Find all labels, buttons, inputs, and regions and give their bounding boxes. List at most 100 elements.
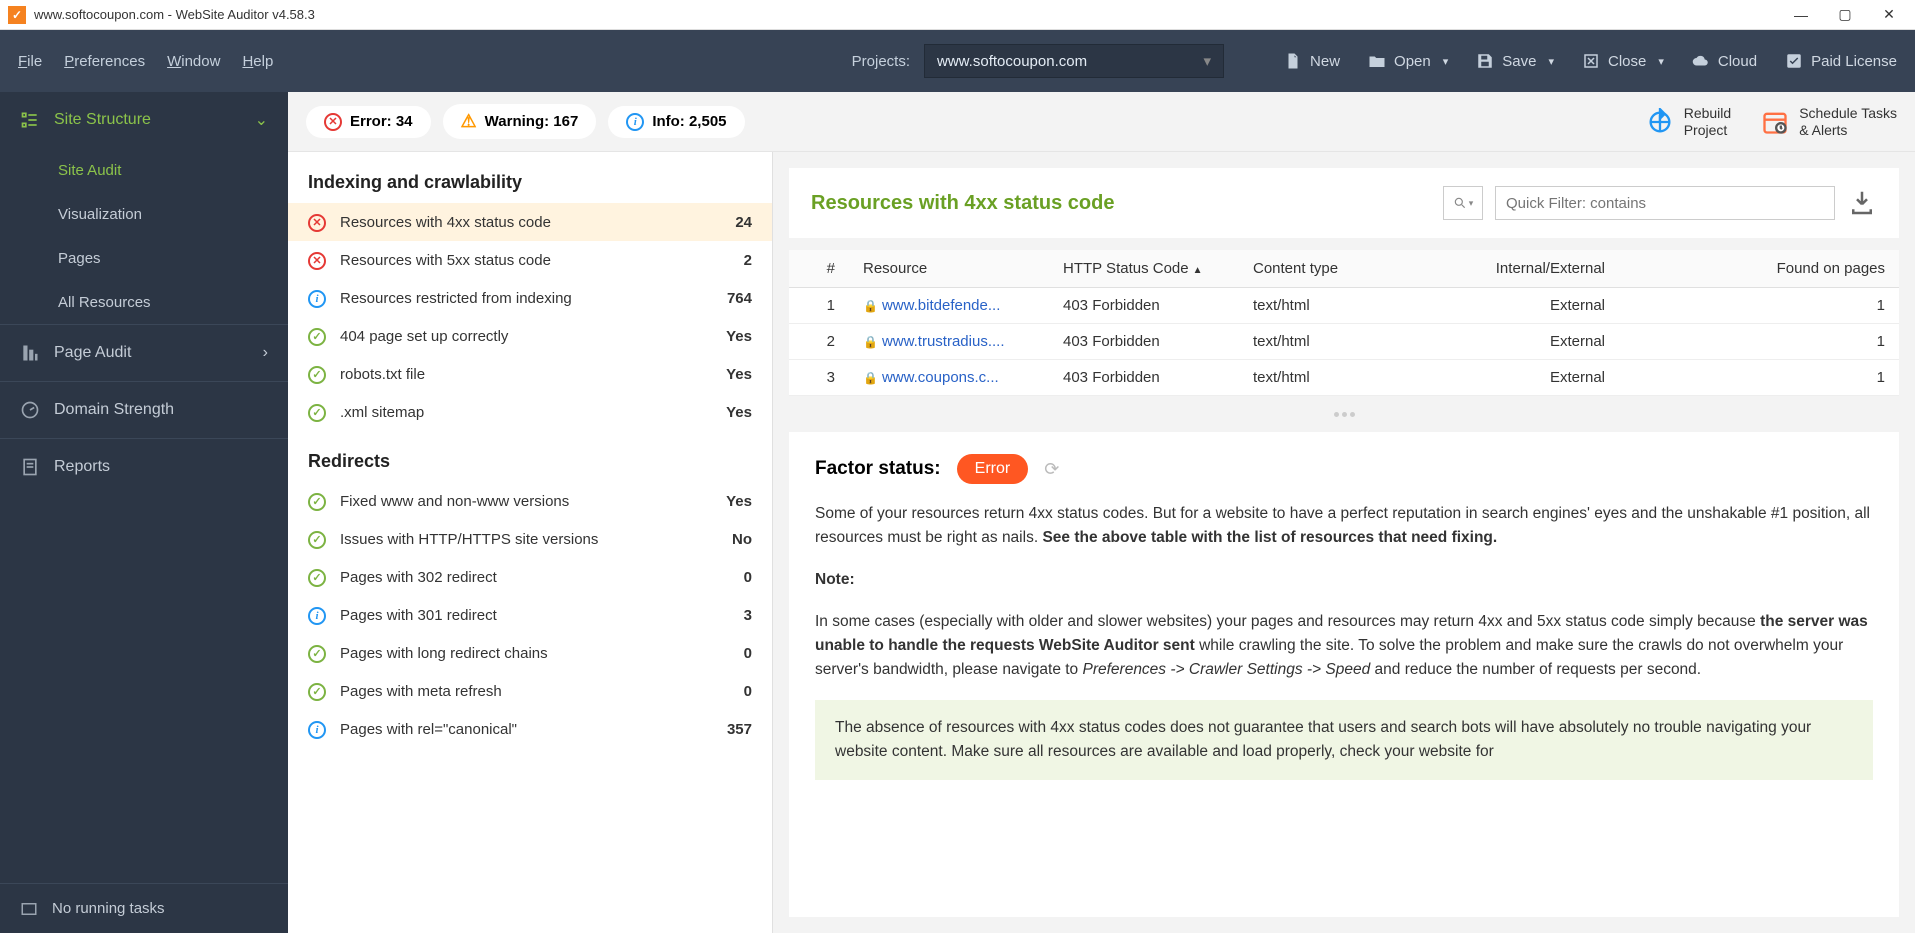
menu-file[interactable]: File	[18, 53, 42, 70]
quick-filter-input[interactable]	[1495, 186, 1835, 220]
folder-open-icon	[1368, 52, 1386, 70]
info-icon: i	[626, 113, 644, 131]
projects-select[interactable]: www.softocoupon.com ▾	[924, 44, 1224, 78]
refresh-icon[interactable]: ⟳	[1044, 459, 1059, 480]
error-icon: ✕	[308, 214, 326, 232]
audit-row[interactable]: i Pages with 301 redirect 3	[288, 596, 772, 634]
lock-icon: 🔒	[863, 371, 878, 385]
reports-icon	[20, 457, 40, 477]
table-row[interactable]: 2 🔒www.trustradius.... 403 Forbidden tex…	[789, 324, 1899, 360]
audit-row-value: No	[732, 531, 752, 548]
gauge-icon	[20, 400, 40, 420]
menu-help[interactable]: Help	[242, 53, 273, 70]
ok-icon: ✓	[308, 645, 326, 663]
audit-row[interactable]: ✓ robots.txt file Yes	[288, 355, 772, 393]
audit-row[interactable]: i Resources restricted from indexing 764	[288, 279, 772, 317]
audit-row-label: Pages with rel="canonical"	[340, 721, 727, 738]
audit-row-value: 357	[727, 721, 752, 738]
summary-bar: ✕ Error: 34 ⚠ Warning: 167 i Info: 2,505…	[288, 92, 1915, 152]
sidebar-page-audit[interactable]: Page Audit ›	[0, 325, 288, 381]
factor-status-panel: Factor status: Error ⟳ Some of your reso…	[789, 432, 1899, 917]
info-pill[interactable]: i Info: 2,505	[608, 106, 744, 138]
schedule-tasks-button[interactable]: Schedule Tasks& Alerts	[1761, 105, 1897, 139]
minimize-icon[interactable]: —	[1791, 5, 1811, 25]
projects-selected: www.softocoupon.com	[937, 53, 1087, 70]
sidebar-domain-strength[interactable]: Domain Strength	[0, 382, 288, 438]
resources-table: # Resource HTTP Status Code▲ Content typ…	[789, 250, 1899, 396]
sidebar-visualization[interactable]: Visualization	[0, 192, 288, 236]
audit-row-value: Yes	[726, 328, 752, 345]
chevron-down-icon: ▾	[1203, 52, 1211, 70]
audit-row[interactable]: ✓ 404 page set up correctly Yes	[288, 317, 772, 355]
col-content-type[interactable]: Content type	[1239, 250, 1439, 288]
audit-list[interactable]: Indexing and crawlability ✕ Resources wi…	[288, 152, 773, 933]
audit-row[interactable]: ✓ Pages with 302 redirect 0	[288, 558, 772, 596]
col-internal-external[interactable]: Internal/External	[1439, 250, 1619, 288]
audit-group-title: Indexing and crawlability	[288, 152, 772, 203]
close-button[interactable]: Close ▾	[1582, 52, 1664, 70]
close-icon[interactable]: ✕	[1879, 5, 1899, 25]
sidebar-all-resources[interactable]: All Resources	[0, 280, 288, 324]
menu-preferences[interactable]: Preferences	[64, 53, 145, 70]
page-audit-icon	[20, 343, 40, 363]
audit-row[interactable]: ✓ .xml sitemap Yes	[288, 393, 772, 431]
error-pill[interactable]: ✕ Error: 34	[306, 106, 431, 138]
chevron-down-icon: ▾	[1469, 198, 1474, 209]
audit-row-value: 3	[744, 607, 752, 624]
audit-row[interactable]: i Pages with rel="canonical" 357	[288, 710, 772, 748]
splitter-handle[interactable]	[789, 408, 1899, 420]
maximize-icon[interactable]: ▢	[1835, 5, 1855, 25]
rebuild-project-button[interactable]: RebuildProject	[1646, 105, 1731, 139]
audit-row[interactable]: ✓ Fixed www and non-www versions Yes	[288, 482, 772, 520]
ok-icon: ✓	[308, 531, 326, 549]
sidebar-site-audit[interactable]: Site Audit	[0, 148, 288, 192]
ok-icon: ✓	[308, 493, 326, 511]
resource-link[interactable]: www.trustradius....	[882, 333, 1005, 350]
info-icon: i	[308, 290, 326, 308]
app-icon: ✓	[8, 6, 26, 24]
sidebar-footer[interactable]: No running tasks	[0, 883, 288, 933]
warning-icon: ⚠	[461, 111, 477, 132]
audit-row-value: Yes	[726, 366, 752, 383]
sidebar-pages[interactable]: Pages	[0, 236, 288, 280]
table-row[interactable]: 3 🔒www.coupons.c... 403 Forbidden text/h…	[789, 360, 1899, 396]
calendar-icon	[1761, 108, 1789, 136]
lock-icon: 🔒	[863, 335, 878, 349]
save-icon	[1476, 52, 1494, 70]
cloud-button[interactable]: Cloud	[1692, 52, 1757, 70]
export-icon[interactable]	[1847, 188, 1877, 218]
detail-panel: Resources with 4xx status code ▾	[773, 152, 1915, 933]
new-button[interactable]: New	[1284, 52, 1340, 70]
col-status[interactable]: HTTP Status Code▲	[1049, 250, 1239, 288]
paid-license-button[interactable]: Paid License	[1785, 52, 1897, 70]
warning-pill[interactable]: ⚠ Warning: 167	[443, 104, 597, 139]
open-button[interactable]: Open ▾	[1368, 52, 1448, 70]
file-new-icon	[1284, 52, 1302, 70]
audit-row[interactable]: ✓ Pages with meta refresh 0	[288, 672, 772, 710]
audit-row[interactable]: ✓ Pages with long redirect chains 0	[288, 634, 772, 672]
filter-mode-button[interactable]: ▾	[1443, 186, 1483, 220]
audit-row[interactable]: ✕ Resources with 4xx status code 24	[288, 203, 772, 241]
table-row[interactable]: 1 🔒www.bitdefende... 403 Forbidden text/…	[789, 288, 1899, 324]
ok-icon: ✓	[308, 569, 326, 587]
resource-link[interactable]: www.bitdefende...	[882, 297, 1000, 314]
structure-icon	[20, 110, 40, 130]
menu-window[interactable]: Window	[167, 53, 220, 70]
projects-label: Projects:	[852, 53, 910, 70]
rebuild-icon	[1646, 108, 1674, 136]
error-icon: ✕	[308, 252, 326, 270]
chevron-down-icon: ▾	[1658, 55, 1664, 68]
sidebar-site-structure[interactable]: Site Structure ⌄	[0, 92, 288, 148]
sidebar-reports[interactable]: Reports	[0, 439, 288, 495]
col-found-on-pages[interactable]: Found on pages	[1619, 250, 1899, 288]
save-button[interactable]: Save ▾	[1476, 52, 1554, 70]
audit-row-label: Resources with 5xx status code	[340, 252, 744, 269]
audit-row-value: 0	[744, 645, 752, 662]
audit-group-title: Redirects	[288, 431, 772, 482]
audit-row-value: 764	[727, 290, 752, 307]
col-index[interactable]: #	[789, 250, 849, 288]
resource-link[interactable]: www.coupons.c...	[882, 369, 999, 386]
col-resource[interactable]: Resource	[849, 250, 1049, 288]
audit-row[interactable]: ✓ Issues with HTTP/HTTPS site versions N…	[288, 520, 772, 558]
audit-row[interactable]: ✕ Resources with 5xx status code 2	[288, 241, 772, 279]
